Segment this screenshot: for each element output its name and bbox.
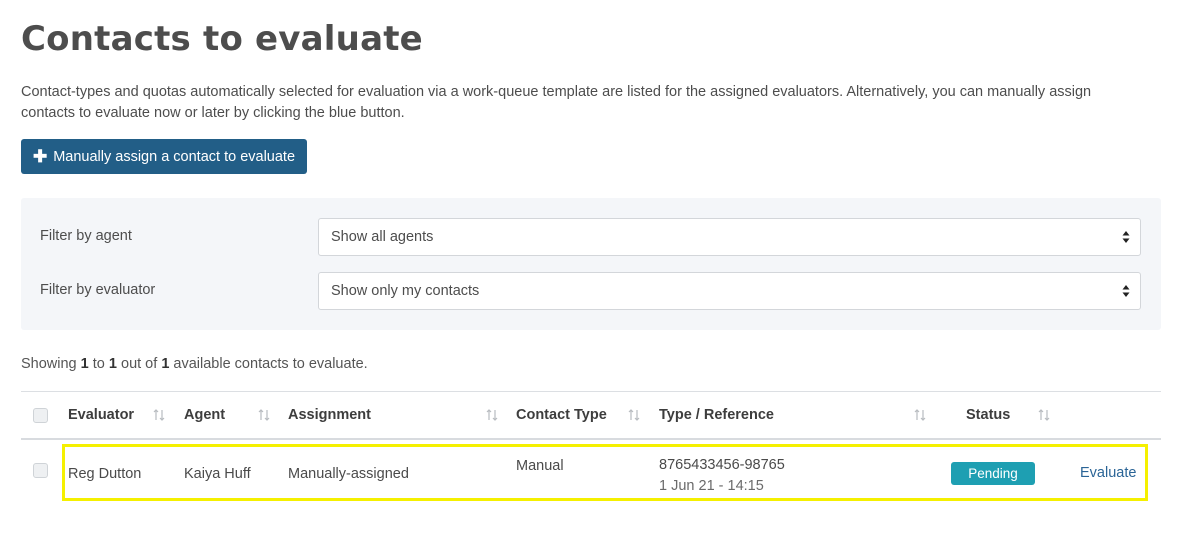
filter-panel: Filter by agent Show all agents Filter b… [21,198,1161,330]
cell-assignment: Manually-assigned [288,466,409,482]
manually-assign-button[interactable]: ✚ Manually assign a contact to evaluate [21,139,307,174]
summary-suffix: available contacts to evaluate. [173,356,368,372]
filter-agent-label: Filter by agent [40,228,132,244]
status-badge: Pending [951,462,1035,485]
column-header-evaluator[interactable]: Evaluator [68,407,134,423]
cell-evaluator: Reg Dutton [68,466,142,482]
filter-agent-select[interactable]: Show all agents [318,218,1141,256]
page-intro: Contact-types and quotas automatically s… [21,84,1092,121]
results-summary: Showing 1 to 1 out of 1 available contac… [21,356,368,372]
summary-prefix: Showing [21,356,77,372]
filter-evaluator-select[interactable]: Show only my contacts [318,272,1141,310]
summary-from: 1 [80,356,89,372]
sort-icon[interactable] [153,407,165,423]
evaluate-link[interactable]: Evaluate [1080,465,1136,481]
sort-icon[interactable] [914,407,926,423]
column-header-contact-type[interactable]: Contact Type [516,407,607,423]
sort-icon[interactable] [628,407,640,423]
cell-reference: 8765433456-98765 [659,457,785,473]
plus-icon: ✚ [32,147,48,166]
summary-out-of-word: out of [121,356,158,372]
cell-agent: Kaiya Huff [184,466,251,482]
sort-icon[interactable] [258,407,270,423]
table-top-divider [21,391,1161,392]
summary-to-word: to [92,356,105,372]
sort-icon[interactable] [1038,407,1050,423]
column-header-status[interactable]: Status [966,407,1010,423]
filter-evaluator-value: Show only my contacts [331,283,480,299]
cell-contact-type: Manual [516,458,564,474]
summary-to: 1 [108,356,117,372]
table-header-divider [21,438,1161,440]
column-header-type-reference[interactable]: Type / Reference [659,407,774,423]
select-arrows-icon [1122,285,1130,297]
manually-assign-label: Manually assign a contact to evaluate [53,148,296,165]
select-arrows-icon [1122,231,1130,243]
select-all-checkbox[interactable] [33,408,48,423]
page-title: Contacts to evaluate [21,19,423,59]
column-header-assignment[interactable]: Assignment [288,407,371,423]
summary-total: 1 [161,356,170,372]
column-header-agent[interactable]: Agent [184,407,225,423]
cell-date: 1 Jun 21 - 14:15 [659,478,764,494]
sort-icon[interactable] [486,407,498,423]
filter-agent-value: Show all agents [331,229,434,245]
row-select-checkbox[interactable] [33,463,48,478]
filter-evaluator-label: Filter by evaluator [40,282,156,298]
